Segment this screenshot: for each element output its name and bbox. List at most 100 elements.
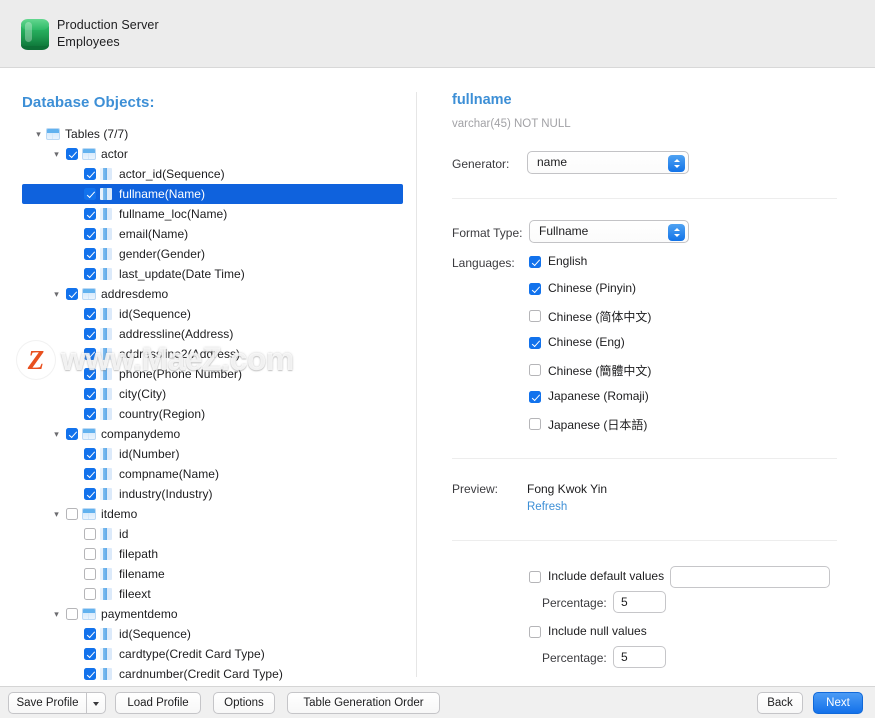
checkbox-box [529, 571, 541, 583]
tree-row[interactable]: gender(Gender) [0, 244, 417, 264]
checkbox-checked-icon[interactable] [84, 668, 96, 680]
table-icon [82, 288, 96, 300]
tree-row[interactable]: compname(Name) [0, 464, 417, 484]
checkbox-unchecked-icon[interactable] [84, 568, 96, 580]
tree-row[interactable]: industry(Industry) [0, 484, 417, 504]
database-name: Employees [57, 34, 159, 51]
tree-row[interactable]: ▾ itdemo [0, 504, 417, 524]
column-icon [100, 308, 112, 320]
null-percentage-value: 5 [621, 650, 628, 664]
default-value-input[interactable] [670, 566, 830, 588]
tree-row-label: companydemo [101, 424, 180, 444]
tree-row[interactable]: filepath [0, 544, 417, 564]
tree-row-label: fullname(Name) [119, 184, 205, 204]
default-percentage-input[interactable]: 5 [613, 591, 666, 613]
checkbox-unchecked-icon[interactable] [84, 548, 96, 560]
checkbox-checked-icon[interactable] [84, 268, 96, 280]
chevron-down-icon[interactable]: ▾ [51, 284, 62, 304]
tree-row[interactable]: id(Sequence) [0, 304, 417, 324]
checkbox-checked-icon[interactable] [84, 168, 96, 180]
page-title: Database Objects: [22, 94, 155, 111]
chevron-down-icon[interactable]: ▾ [51, 504, 62, 524]
tree-row[interactable]: ▾paymentdemo [0, 604, 417, 624]
divider-1 [452, 198, 837, 199]
preview-value: Fong Kwok Yin [527, 482, 607, 496]
save-profile-menu-button[interactable] [86, 692, 106, 714]
checkbox-checked-icon[interactable] [84, 308, 96, 320]
footer-toolbar: Save Profile Load Profile Options Table … [0, 686, 875, 718]
refresh-link[interactable]: Refresh [527, 501, 567, 513]
checkbox-checked-icon[interactable] [84, 448, 96, 460]
save-profile-button[interactable]: Save Profile [8, 692, 86, 714]
checkbox-checked-icon[interactable] [84, 348, 96, 360]
tree-row[interactable]: ▾ companydemo [0, 424, 417, 444]
chevron-down-icon[interactable]: ▾ [51, 424, 62, 444]
tree-row[interactable]: fileext [0, 584, 417, 604]
chevron-down-icon[interactable]: ▾ [33, 124, 44, 144]
tree-row[interactable]: ▾actor [0, 144, 417, 164]
chevron-down-icon[interactable]: ▾ [51, 144, 62, 164]
checkbox-checked-icon[interactable] [84, 388, 96, 400]
tree-row[interactable]: email(Name) [0, 224, 417, 244]
tree-row[interactable]: phone(Phone Number) [0, 364, 417, 384]
checkbox-checked-icon[interactable] [84, 648, 96, 660]
checkbox-checked-icon[interactable] [66, 428, 78, 440]
column-icon [100, 448, 112, 460]
checkbox-checked-icon[interactable] [84, 248, 96, 260]
checkbox-checked-icon[interactable] [84, 488, 96, 500]
tree-row-label: addressline(Address) [119, 324, 233, 344]
column-icon [100, 488, 112, 500]
tree-row[interactable]: cardtype(Credit Card Type) [0, 644, 417, 664]
checkbox-checked-icon[interactable] [66, 288, 78, 300]
checkbox-checked-icon[interactable] [84, 468, 96, 480]
checkbox-checked-icon[interactable] [84, 208, 96, 220]
checkbox-checked-icon[interactable] [66, 148, 78, 160]
tree-row[interactable]: fullname(Name) [0, 184, 417, 204]
tree-row-background [22, 444, 403, 464]
next-button[interactable]: Next [813, 692, 863, 714]
tree-row-background [22, 504, 403, 524]
checkbox-checked-icon[interactable] [84, 408, 96, 420]
tree-row[interactable]: actor_id(Sequence) [0, 164, 417, 184]
tree-row[interactable]: addressline2(Address) [0, 344, 417, 364]
checkbox-checked-icon[interactable] [84, 188, 96, 200]
tree-row[interactable]: ▾ addresdemo [0, 284, 417, 304]
chevron-down-icon[interactable]: ▾ [51, 604, 62, 624]
checkbox-unchecked-icon[interactable] [84, 588, 96, 600]
column-icon [100, 548, 112, 560]
format-type-select[interactable]: Fullname [529, 220, 689, 243]
tree-row[interactable]: city(City) [0, 384, 417, 404]
tree-row-label: addresdemo [101, 284, 168, 304]
tree-row[interactable]: country(Region) [0, 404, 417, 424]
checkbox-unchecked-icon[interactable] [66, 508, 78, 520]
tree-row[interactable]: filename [0, 564, 417, 584]
tree-row[interactable]: ▾Tables (7/7) [0, 124, 417, 144]
checkbox-checked-icon[interactable] [84, 628, 96, 640]
checkbox-unchecked-icon[interactable] [84, 528, 96, 540]
tree-row[interactable]: id(Sequence) [0, 624, 417, 644]
options-button[interactable]: Options [213, 692, 275, 714]
database-objects-tree[interactable]: ▾Tables (7/7)▾actoractor_id(Sequence)ful… [0, 124, 417, 684]
checkbox-checked-icon[interactable] [84, 328, 96, 340]
tree-row[interactable]: addressline(Address) [0, 324, 417, 344]
language-label: Japanese (日本語) [548, 416, 647, 433]
load-profile-button[interactable]: Load Profile [115, 692, 201, 714]
checkbox-checked-icon[interactable] [84, 368, 96, 380]
tree-row-background [22, 244, 403, 264]
tree-row-label: itdemo [101, 504, 137, 524]
back-button[interactable]: Back [757, 692, 803, 714]
checkbox-checked-icon[interactable] [84, 228, 96, 240]
generator-select[interactable]: name [527, 151, 689, 174]
tree-row[interactable]: id(Number) [0, 444, 417, 464]
tree-row[interactable]: fullname_loc(Name) [0, 204, 417, 224]
tree-row[interactable]: last_update(Date Time) [0, 264, 417, 284]
language-label: Japanese (Romaji) [548, 389, 649, 403]
checkbox-unchecked-icon[interactable] [66, 608, 78, 620]
tree-row-background [22, 564, 403, 584]
column-icon [100, 568, 112, 580]
column-icon [100, 208, 112, 220]
table-generation-order-button[interactable]: Table Generation Order [287, 692, 440, 714]
tree-row[interactable]: id [0, 524, 417, 544]
null-percentage-input[interactable]: 5 [613, 646, 666, 668]
tree-row[interactable]: cardnumber(Credit Card Type) [0, 664, 417, 684]
